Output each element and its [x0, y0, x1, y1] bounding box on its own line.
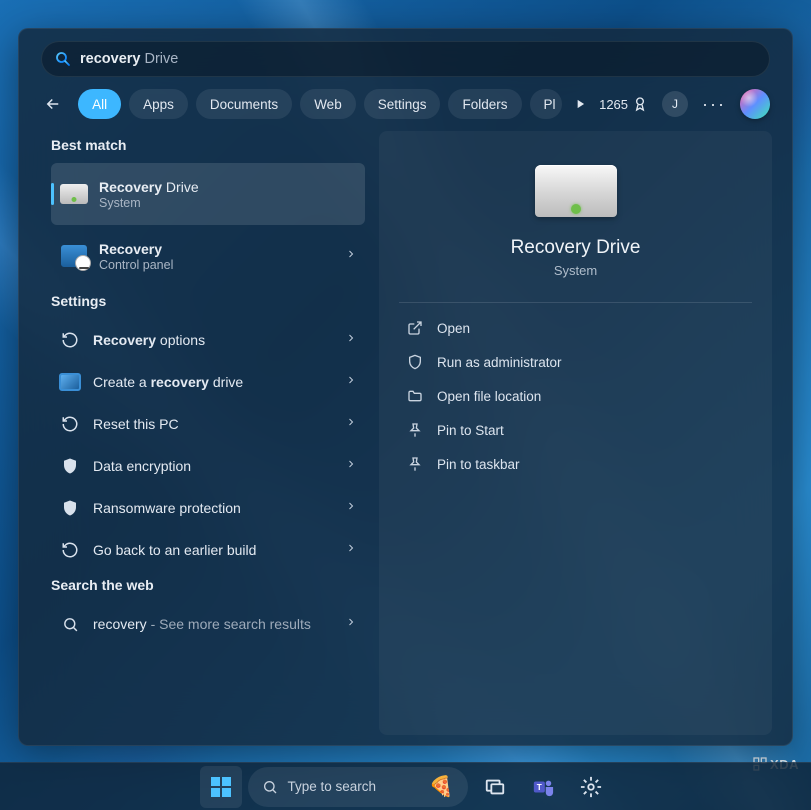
- start-search-panel: recovery Drive All Apps Documents Web Se…: [18, 28, 793, 746]
- pin-icon: [403, 456, 427, 472]
- recovery-icon: [59, 331, 81, 349]
- copilot-button[interactable]: [740, 89, 770, 119]
- taskbar: Type to search 🍕 T: [0, 762, 811, 810]
- tab-folders[interactable]: Folders: [448, 89, 521, 119]
- chevron-right-icon: [345, 247, 357, 265]
- tab-settings[interactable]: Settings: [364, 89, 441, 119]
- pin-icon: [403, 422, 427, 438]
- monitor-icon: [59, 373, 81, 391]
- svg-text:T: T: [536, 782, 541, 791]
- tab-apps[interactable]: Apps: [129, 89, 188, 119]
- taskbar-teams[interactable]: T: [522, 766, 564, 808]
- user-avatar[interactable]: J: [662, 91, 688, 117]
- rewards-points[interactable]: 1265: [599, 96, 648, 112]
- action-run-admin[interactable]: Run as administrator: [399, 345, 752, 379]
- pizza-icon: 🍕: [429, 774, 454, 799]
- chevron-right-icon: [345, 373, 357, 391]
- setting-reset-pc[interactable]: Reset this PC: [51, 403, 365, 445]
- chevron-right-icon: [345, 615, 357, 633]
- section-settings: Settings: [51, 293, 365, 309]
- action-pin-start[interactable]: Pin to Start: [399, 413, 752, 447]
- tab-documents[interactable]: Documents: [196, 89, 292, 119]
- chevron-right-icon: [345, 457, 357, 475]
- chevron-right-icon: [345, 541, 357, 559]
- setting-ransomware-protection[interactable]: Ransomware protection: [51, 487, 365, 529]
- search-icon: [59, 616, 81, 633]
- open-icon: [403, 320, 427, 336]
- more-options-button[interactable]: ···: [702, 94, 726, 115]
- action-pin-taskbar[interactable]: Pin to taskbar: [399, 447, 752, 481]
- folder-icon: [403, 388, 427, 404]
- results-column: Best match Recovery Drive System Recover…: [29, 131, 365, 745]
- shield-icon: [59, 457, 81, 475]
- preview-title: Recovery Drive: [511, 237, 641, 259]
- control-panel-icon: [59, 241, 89, 271]
- chevron-right-icon: [345, 331, 357, 349]
- tab-photos-truncated[interactable]: Pl: [530, 89, 562, 119]
- recovery-icon: [59, 541, 81, 559]
- preview-panel: Recovery Drive System Open Run as admini…: [379, 131, 772, 735]
- chevron-right-icon: [345, 415, 357, 433]
- result-recovery-controlpanel[interactable]: Recovery Control panel: [51, 225, 365, 287]
- setting-data-encryption[interactable]: Data encryption: [51, 445, 365, 487]
- chevron-right-icon: [345, 499, 357, 517]
- taskbar-search[interactable]: Type to search 🍕: [248, 767, 468, 807]
- action-open-file-location[interactable]: Open file location: [399, 379, 752, 413]
- taskbar-settings[interactable]: [570, 766, 612, 808]
- action-open[interactable]: Open: [399, 311, 752, 345]
- tab-all[interactable]: All: [78, 89, 121, 119]
- recovery-icon: [59, 415, 81, 433]
- preview-subtitle: System: [554, 263, 597, 278]
- drive-icon: [59, 179, 89, 209]
- web-search-result[interactable]: recovery - See more search results: [51, 603, 365, 645]
- section-best-match: Best match: [51, 137, 365, 153]
- tab-web[interactable]: Web: [300, 89, 356, 119]
- section-search-web: Search the web: [51, 577, 365, 593]
- filter-tabs: All Apps Documents Web Settings Folders …: [19, 89, 792, 131]
- shield-icon: [59, 499, 81, 517]
- setting-create-recovery-drive[interactable]: Create a recovery drive: [51, 361, 365, 403]
- taskbar-task-view[interactable]: [474, 766, 516, 808]
- search-input[interactable]: recovery Drive: [41, 41, 770, 77]
- divider: [399, 302, 752, 303]
- setting-recovery-options[interactable]: Recovery options: [51, 319, 365, 361]
- admin-shield-icon: [403, 354, 427, 370]
- back-button[interactable]: [41, 89, 64, 119]
- tabs-scroll-right[interactable]: [570, 90, 592, 118]
- drive-hero-icon: [535, 165, 617, 217]
- result-recovery-drive[interactable]: Recovery Drive System: [51, 163, 365, 225]
- setting-go-back-build[interactable]: Go back to an earlier build: [51, 529, 365, 571]
- start-button[interactable]: [200, 766, 242, 808]
- search-query-text: recovery Drive: [80, 51, 178, 67]
